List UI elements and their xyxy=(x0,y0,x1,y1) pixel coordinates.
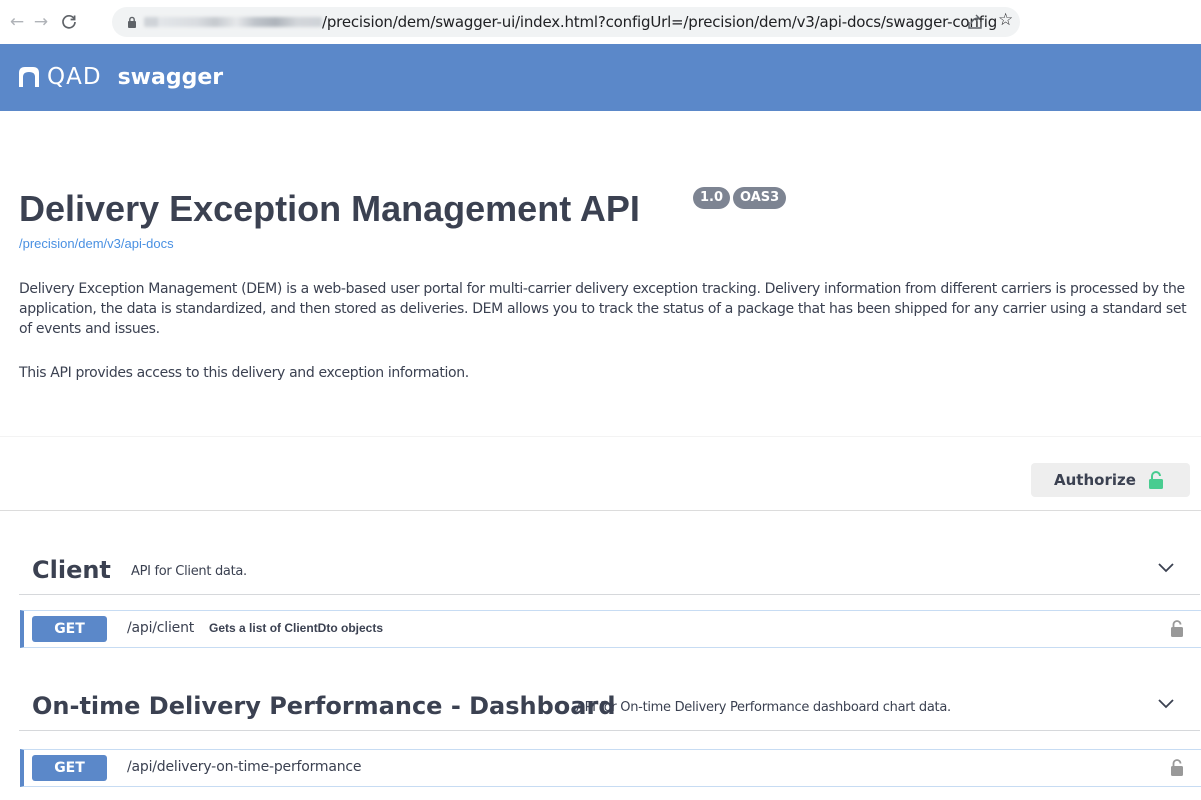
api-description-secondary: This API provides access to this deliver… xyxy=(19,365,469,381)
unlocked-icon xyxy=(1149,471,1163,489)
url-text[interactable]: /precision/dem/swagger-ui/index.html?con… xyxy=(322,13,997,31)
api-docs-link[interactable]: /precision/dem/v3/api-docs xyxy=(19,236,174,251)
tag-on-time-delivery-performance[interactable]: On-time Delivery Performance - Dashboard… xyxy=(19,682,1200,731)
version-badge: 1.0 xyxy=(693,187,731,209)
arrow-right-icon[interactable]: → xyxy=(30,11,52,33)
tag-name: Client xyxy=(32,556,111,584)
page-title: Delivery Exception Management API xyxy=(19,188,640,229)
browser-toolbar: ← → /precision/dem/swagger-ui/index.html… xyxy=(0,0,1201,45)
operation-get-delivery-on-time-performance[interactable]: GET /api/delivery-on-time-performance xyxy=(20,749,1201,787)
method-badge: GET xyxy=(32,755,107,781)
scheme-container xyxy=(0,436,1201,511)
tag-client[interactable]: Client API for Client data. xyxy=(19,546,1200,595)
chevron-down-icon[interactable] xyxy=(1157,694,1175,712)
qad-logo-icon xyxy=(19,67,39,87)
tag-name: On-time Delivery Performance - Dashboard xyxy=(32,692,616,720)
tag-description: API for Client data. xyxy=(131,564,247,579)
swagger-topbar: QAD swagger xyxy=(0,44,1201,111)
method-badge: GET xyxy=(32,616,107,642)
operation-path: /api/delivery-on-time-performance xyxy=(127,759,362,775)
reload-icon[interactable] xyxy=(58,11,80,33)
logo[interactable]: QAD swagger xyxy=(17,64,223,90)
lock-icon[interactable] xyxy=(1170,759,1184,776)
tag-description: API for On-time Delivery Performance das… xyxy=(576,700,951,715)
product-name: swagger xyxy=(117,64,224,90)
api-description: Delivery Exception Management (DEM) is a… xyxy=(19,281,1187,337)
blurred-host xyxy=(144,17,322,27)
authorize-button[interactable]: Authorize xyxy=(1031,463,1190,497)
lock-icon[interactable] xyxy=(1170,620,1184,637)
info-divider xyxy=(0,436,1201,437)
bookmark-star-icon[interactable]: ☆ xyxy=(998,10,1016,32)
operation-summary: Gets a list of ClientDto objects xyxy=(209,621,384,635)
operation-get-client[interactable]: GET /api/client Gets a list of ClientDto… xyxy=(20,610,1201,648)
arrow-left-icon[interactable]: ← xyxy=(6,11,28,33)
share-icon[interactable] xyxy=(966,13,984,31)
operation-path: /api/client xyxy=(127,620,195,636)
oas-badge: OAS3 xyxy=(733,187,787,209)
secure-lock-icon[interactable] xyxy=(126,16,138,28)
chevron-down-icon[interactable] xyxy=(1157,558,1175,576)
brand-name: QAD xyxy=(47,64,102,90)
address-bar[interactable]: /precision/dem/swagger-ui/index.html?con… xyxy=(112,7,1020,37)
authorize-label: Authorize xyxy=(1054,471,1136,489)
